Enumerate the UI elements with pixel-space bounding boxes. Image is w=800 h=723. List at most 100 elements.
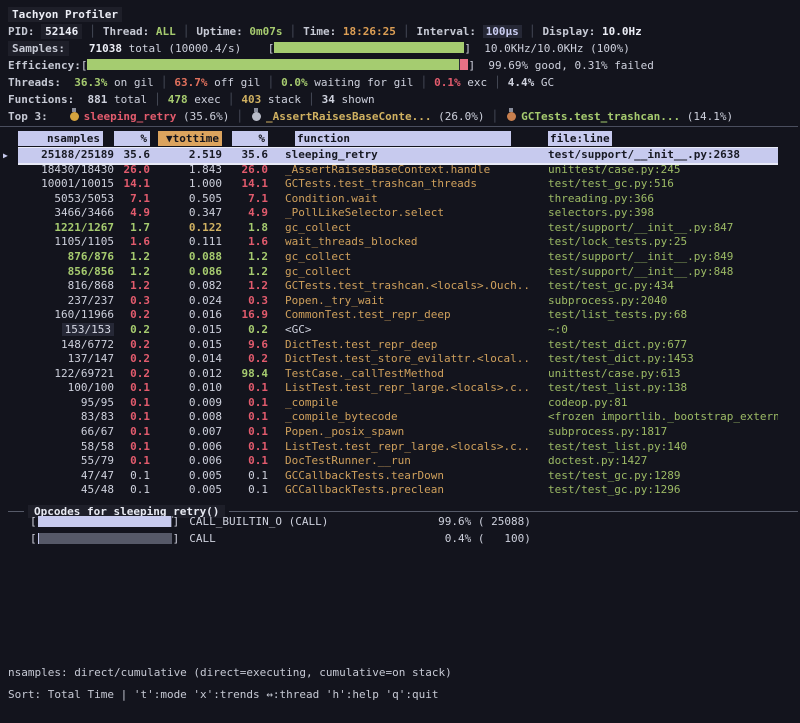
cell-gap <box>268 177 285 192</box>
cell-file-line: ~:0 <box>548 323 778 338</box>
table-row[interactable]: 18430/1843026.01.84326.0_AssertRaisesBas… <box>0 163 800 178</box>
column-header-function[interactable]: function <box>295 131 511 146</box>
cell-tottime: 1.000 <box>150 177 222 192</box>
efficiency-summary: 99.69% good, 0.31% failed <box>488 59 654 72</box>
title-line: Tachyon Profiler <box>8 6 800 23</box>
table-row[interactable]: 3466/34664.90.3474.9_PollLikeSelector.se… <box>0 206 800 221</box>
cell-gap <box>268 425 285 440</box>
cell-file-line: test/support/__init__.py:847 <box>548 221 778 236</box>
column-header-pct-cumulative[interactable]: % <box>232 131 268 146</box>
top3-function-pct: (14.1%) <box>680 110 733 123</box>
cell-function: gc_collect <box>285 265 531 280</box>
table-row[interactable]: 137/1470.20.0140.2DictTest.test_store_ev… <box>0 352 800 367</box>
cell-pct-cumulative: 1.2 <box>222 250 268 265</box>
cell-nsamples: 25188/25189 <box>18 148 114 163</box>
cell-tottime: 0.005 <box>150 483 222 498</box>
cell-file-line: test/support/__init__.py:2638 <box>548 148 778 163</box>
efficiency-line: Efficiency:[] 99.69% good, 0.31% failed <box>8 57 800 74</box>
cell-gap <box>531 279 548 294</box>
table-row[interactable]: 100/1000.10.0100.1ListTest.test_repr_lar… <box>0 381 800 396</box>
row-gutter <box>0 440 18 455</box>
cell-gap <box>268 308 285 323</box>
cell-gap <box>531 235 548 250</box>
column-header-tottime-sorted[interactable]: ▼tottime <box>158 131 222 146</box>
threads-line: Threads: 36.3% on gil│63.7% off gil│0.0%… <box>8 74 800 91</box>
cell-pct-cumulative: 7.1 <box>222 192 268 207</box>
row-gutter <box>0 469 18 484</box>
cell-gap <box>531 294 548 309</box>
cell-pct-direct: 0.1 <box>114 425 150 440</box>
cell-pct-cumulative: 14.1 <box>222 177 268 192</box>
cell-pct-cumulative: 1.2 <box>222 279 268 294</box>
table-row[interactable]: 153/1530.20.0150.2<GC>~:0 <box>0 323 800 338</box>
cell-file-line: unittest/case.py:613 <box>548 367 778 382</box>
table-row[interactable]: 876/8761.20.0881.2gc_collecttest/support… <box>0 250 800 265</box>
opcode-count: ( 25088) <box>471 513 531 530</box>
cell-nsamples: 876/876 <box>18 250 114 265</box>
cell-gap <box>268 323 285 338</box>
footer-help-line-2: Sort: Total Time | 't':mode 'x':trends ↔… <box>8 686 438 703</box>
table-row[interactable]: 237/2370.30.0240.3Popen._try_waitsubproc… <box>0 294 800 309</box>
function-stat-value: 403 <box>241 93 261 106</box>
table-row[interactable]: 148/67720.20.0159.6DictTest.test_repr_de… <box>0 338 800 353</box>
table-row[interactable]: 55/790.10.0060.1DocTestRunner.__rundocte… <box>0 454 800 469</box>
cell-tottime: 0.005 <box>150 469 222 484</box>
table-row[interactable]: 66/670.10.0070.1Popen._posix_spawnsubpro… <box>0 425 800 440</box>
thread-value[interactable]: ALL <box>156 25 176 38</box>
column-header-pct-direct[interactable]: % <box>114 131 150 146</box>
top3-function-name[interactable]: _AssertRaisesBaseConte... <box>266 110 432 123</box>
cell-gap <box>531 352 548 367</box>
table-row[interactable]: 47/470.10.0050.1GCCallbackTests.tearDown… <box>0 469 800 484</box>
function-stat-text: total <box>107 93 147 106</box>
cell-pct-direct: 0.1 <box>114 396 150 411</box>
cell-pct-cumulative: 1.8 <box>222 221 268 236</box>
thread-stat-value: 36.3% <box>74 76 107 89</box>
top3-items: sleeping_retry (35.6%)│_AssertRaisesBase… <box>68 110 733 123</box>
row-gutter <box>0 235 18 250</box>
efficiency-failed-segment <box>460 59 468 70</box>
separator: │ <box>414 76 435 89</box>
table-row[interactable]: 160/119660.20.01616.9CommonTest.test_rep… <box>0 308 800 323</box>
cell-file-line: test/lock_tests.py:25 <box>548 235 778 250</box>
cell-gap <box>268 265 285 280</box>
cell-gap <box>268 148 285 163</box>
cell-pct-direct: 0.1 <box>114 440 150 455</box>
cell-gap <box>531 396 548 411</box>
table-row[interactable]: 122/697210.20.01298.4TestCase._callTestM… <box>0 367 800 382</box>
cell-gap <box>531 308 548 323</box>
table-row[interactable]: 83/830.10.0080.1_compile_bytecode<frozen… <box>0 410 800 425</box>
cell-pct-direct: 35.6 <box>114 148 150 163</box>
function-stat-value: 478 <box>168 93 188 106</box>
cell-gap <box>268 338 285 353</box>
column-header-nsamples[interactable]: nsamples <box>18 131 103 146</box>
table-row[interactable]: 95/950.10.0090.1_compilecodeop.py:81 <box>0 396 800 411</box>
row-gutter <box>0 250 18 265</box>
table-row[interactable]: 10001/1001514.11.00014.1GCTests.test_tra… <box>0 177 800 192</box>
cell-nsamples: 47/47 <box>18 469 114 484</box>
table-row[interactable]: 856/8561.20.0861.2gc_collecttest/support… <box>0 265 800 280</box>
table-row[interactable]: 816/8681.20.0821.2GCTests.test_trashcan.… <box>0 279 800 294</box>
thread-stat-text: off gil <box>207 76 260 89</box>
table-row[interactable]: 1221/12671.70.1221.8gc_collecttest/suppo… <box>0 221 800 236</box>
table-row[interactable]: 45/480.10.0050.1GCCallbackTests.preclean… <box>0 483 800 498</box>
table-row[interactable]: ▶25188/2518935.62.51935.6sleeping_retryt… <box>0 148 800 163</box>
cell-file-line: test/support/__init__.py:848 <box>548 265 778 280</box>
table-top-separator <box>0 126 798 127</box>
gold-medal-icon <box>70 112 79 121</box>
top3-function-name[interactable]: sleeping_retry <box>84 110 177 123</box>
thread-stat-value: 4.4% <box>508 76 535 89</box>
table-row[interactable]: 1105/11051.60.1111.6wait_threads_blocked… <box>0 235 800 250</box>
cell-nsamples: 95/95 <box>18 396 114 411</box>
cell-gap <box>531 265 548 280</box>
table-row[interactable]: 5053/50537.10.5057.1Condition.waitthread… <box>0 192 800 207</box>
table-row[interactable]: 58/580.10.0060.1ListTest.test_repr_large… <box>0 440 800 455</box>
cell-pct-cumulative: 0.1 <box>222 425 268 440</box>
top3-function-name[interactable]: GCTests.test_trashcan... <box>521 110 680 123</box>
column-header-file-line[interactable]: file:line <box>548 131 612 146</box>
thread-stat-text: on gil <box>107 76 153 89</box>
separator: │ <box>221 93 242 106</box>
cell-file-line: test/test_gc.py:1296 <box>548 483 778 498</box>
cell-function: DictTest.test_store_evilattr.<local... <box>285 352 531 367</box>
app-title: Tachyon Profiler <box>8 7 122 22</box>
cell-gap <box>268 440 285 455</box>
